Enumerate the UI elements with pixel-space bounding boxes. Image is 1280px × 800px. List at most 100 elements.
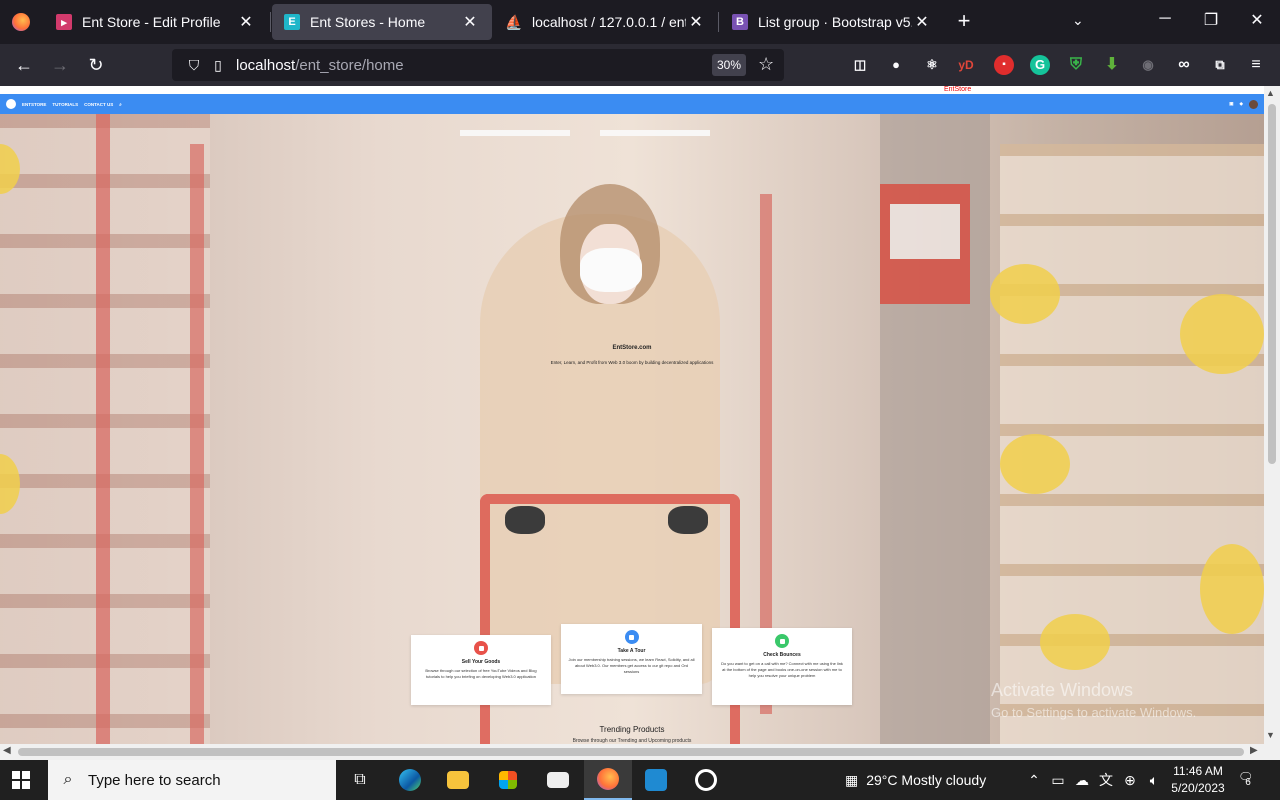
horizontal-scrollbar[interactable]: ◀ ▶	[0, 744, 1264, 760]
cloud-icon[interactable]: ☁	[1070, 772, 1094, 789]
download-icon[interactable]: ⬇	[1102, 55, 1122, 75]
minimize-button[interactable]: ─	[1142, 10, 1188, 28]
feature-card[interactable]: Take A Tour Join our membership training…	[561, 624, 702, 694]
weather-text: 29°C Mostly cloudy	[866, 772, 987, 788]
nav-link-tutorials[interactable]: TUTORIALS	[52, 102, 78, 107]
cart-icon[interactable]: ▣	[1229, 101, 1233, 107]
hero-bg-tag	[1200, 544, 1264, 634]
pocket-icon[interactable]: ◫	[850, 55, 870, 75]
windows-start-icon[interactable]	[12, 771, 30, 789]
sell-goods-icon	[474, 641, 488, 655]
scroll-left-icon[interactable]: ◀	[3, 745, 11, 756]
store-icon[interactable]	[484, 760, 532, 800]
forward-button[interactable]: →	[48, 53, 72, 77]
site-logo-icon[interactable]	[6, 99, 16, 109]
card-body: Do you want to get on a call with me? Co…	[721, 661, 843, 678]
bell-icon[interactable]: ◆	[1240, 101, 1243, 107]
page-top-strip: EntStore	[0, 86, 1264, 94]
grammarly-icon[interactable]: G	[1030, 55, 1050, 75]
react-icon[interactable]: ⚛	[922, 55, 942, 75]
feature-card[interactable]: Check Bounces Do you want to get on a ca…	[712, 628, 852, 705]
tab-phpmyadmin[interactable]: ⛵ localhost / 127.0.0.1 / ent_store ✕	[494, 4, 718, 40]
tab-favicon: E	[284, 14, 300, 30]
list-all-tabs-icon[interactable]: ⌄	[1072, 12, 1084, 29]
page-viewport: EntStore ENTSTORE TUTORIALS CONTACT US ⌕…	[0, 86, 1264, 744]
new-tab-button[interactable]: +	[952, 10, 976, 34]
yandex-icon[interactable]: yD	[956, 55, 976, 75]
hero-subtitle: Enter, Learn, and Profit from Web 3.0 bo…	[550, 360, 714, 365]
hero-bg-lamp	[460, 130, 570, 136]
scrollbar-thumb[interactable]	[18, 748, 1244, 756]
lock-icon[interactable]: ▪	[994, 55, 1014, 75]
meet-now-icon[interactable]: ▭	[1046, 772, 1070, 789]
vertical-scrollbar[interactable]: ▲ ▼	[1264, 86, 1280, 744]
language-icon[interactable]: 文	[1094, 770, 1118, 790]
card-title: Check Bounces	[763, 652, 801, 658]
hero-bg-lamp	[600, 130, 710, 136]
firefox-icon[interactable]	[0, 0, 42, 44]
nav-link-contact[interactable]: CONTACT US	[84, 102, 113, 107]
circle-icon[interactable]: ◉	[1138, 55, 1158, 75]
activate-windows-watermark: Activate Windows Go to Settings to activ…	[991, 680, 1196, 720]
notification-icon[interactable]: 🗨︎6	[1238, 770, 1260, 790]
taskbar-search[interactable]: ⌕ Type here to search	[48, 760, 336, 800]
url-bar[interactable]: ⛉ ▯ localhost/ent_store/home 30% ☆	[172, 49, 784, 81]
restore-button[interactable]: ❐	[1188, 10, 1234, 30]
close-icon[interactable]: ✕	[236, 12, 256, 32]
network-icon[interactable]: ⊕	[1118, 772, 1142, 789]
zoom-level[interactable]: 30%	[712, 54, 746, 76]
menu-icon[interactable]: ≡	[1246, 55, 1266, 75]
tab-home[interactable]: E Ent Stores - Home ✕	[272, 4, 492, 40]
url-path: /ent_store/home	[295, 56, 404, 74]
nav-link-home[interactable]: ENTSTORE	[22, 102, 46, 107]
tab-bootstrap[interactable]: B List group · Bootstrap v5.1 ✕	[720, 4, 944, 40]
mail-icon[interactable]	[534, 760, 582, 800]
card-body: Browse through our selection of free You…	[425, 668, 537, 679]
account-icon[interactable]: ●	[886, 55, 906, 75]
watermark-subtitle: Go to Settings to activate Windows.	[991, 705, 1197, 720]
obs-icon[interactable]	[682, 760, 730, 800]
close-icon[interactable]: ✕	[686, 12, 706, 32]
clock-time: 11:46 AM	[1173, 764, 1223, 778]
shield-icon[interactable]: ⛨	[1066, 55, 1086, 75]
weather-widget[interactable]: ▦ 29°C Mostly cloudy	[845, 760, 986, 800]
avatar[interactable]	[1249, 99, 1258, 109]
tab-title: localhost / 127.0.0.1 / ent_store	[532, 14, 686, 30]
url-text[interactable]: localhost/ent_store/home	[236, 57, 404, 74]
feature-card[interactable]: Sell Your Goods Browse through our selec…	[411, 635, 551, 705]
search-icon[interactable]: ⌕	[119, 102, 122, 107]
firefox-taskbar-icon[interactable]	[584, 760, 632, 800]
tab-favicon: B	[732, 14, 748, 30]
site-navbar: ENTSTORE TUTORIALS CONTACT US ⌕ ▣ ◆	[0, 94, 1264, 114]
scrollbar-thumb[interactable]	[1268, 104, 1276, 464]
task-view-icon[interactable]: ⧉	[336, 760, 384, 800]
window-close-button[interactable]: ✕	[1234, 10, 1280, 30]
infinity-icon[interactable]: ∞	[1174, 55, 1194, 75]
page-info-icon[interactable]: ▯	[206, 57, 230, 74]
vscode-icon[interactable]	[632, 760, 680, 800]
volume-icon[interactable]: 🔈︎	[1142, 772, 1166, 789]
clock[interactable]: 11:46 AM 5/20/2023	[1168, 763, 1228, 797]
url-host: localhost	[236, 56, 296, 74]
close-icon[interactable]: ✕	[912, 12, 932, 32]
back-button[interactable]: ←	[12, 53, 36, 77]
scroll-right-icon[interactable]: ▶	[1250, 745, 1258, 756]
extensions-icon[interactable]: ⧉	[1210, 55, 1230, 75]
scroll-up-icon[interactable]: ▲	[1266, 88, 1275, 98]
close-icon[interactable]: ✕	[460, 12, 480, 32]
search-icon: ⌕	[63, 771, 73, 788]
edge-icon[interactable]	[386, 760, 434, 800]
hero-bg-glove	[668, 506, 708, 534]
tab-title: Ent Stores - Home	[310, 14, 426, 30]
tracking-shield-icon[interactable]: ⛉	[182, 57, 206, 74]
bookmark-star-icon[interactable]: ☆	[758, 54, 774, 75]
weather-icon: ▦	[845, 771, 859, 788]
reload-button[interactable]: ↻	[84, 53, 108, 77]
hero-bg-tag	[1040, 614, 1110, 670]
tab-favicon: ⛵	[505, 13, 523, 30]
scroll-down-icon[interactable]: ▼	[1266, 730, 1275, 740]
chevron-up-icon[interactable]: ⌃	[1022, 772, 1046, 789]
tab-edit-profile[interactable]: ▸ Ent Store - Edit Profile ✕	[44, 4, 268, 40]
tab-favicon: ▸	[56, 14, 72, 30]
file-explorer-icon[interactable]	[434, 760, 482, 800]
